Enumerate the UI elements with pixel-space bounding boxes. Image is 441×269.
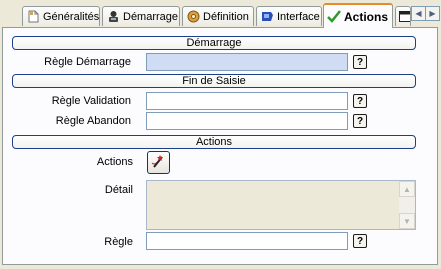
regle-abandon-help-button[interactable]: ? xyxy=(353,114,367,128)
tab-demarrage[interactable]: Démarrage xyxy=(102,6,180,26)
section-header-actions: Actions xyxy=(12,135,416,149)
regle-demarrage-label: Règle Démarrage xyxy=(44,56,131,68)
arrow-left-icon: ◀ xyxy=(415,9,422,18)
scroll-up-button[interactable]: ▲ xyxy=(399,181,415,197)
checkmark-icon xyxy=(327,10,341,24)
tab-label: Démarrage xyxy=(123,10,179,23)
detail-label: Détail xyxy=(104,184,133,196)
tab-label: Définition xyxy=(203,10,249,23)
window-icon xyxy=(398,10,410,24)
tab-actions[interactable]: Actions xyxy=(323,3,393,28)
arrow-up-icon: ▲ xyxy=(403,184,411,194)
arrow-right-icon: ▶ xyxy=(429,9,436,18)
regle-validation-label: Règle Validation xyxy=(51,95,131,107)
arrow-down-icon: ▼ xyxy=(403,216,411,226)
regle-validation-input[interactable] xyxy=(146,92,348,110)
gear-icon xyxy=(186,10,200,24)
regle-abandon-input[interactable] xyxy=(146,112,348,130)
robot-icon xyxy=(106,10,120,24)
regle-demarrage-input[interactable] xyxy=(146,53,348,71)
tab-definition[interactable]: Définition xyxy=(182,6,254,26)
detail-scrollbar[interactable]: ▲ ▼ xyxy=(399,181,415,229)
section-header-fin-saisie: Fin de Saisie xyxy=(12,74,416,88)
monitor-icon xyxy=(260,10,274,24)
tab-generalites[interactable]: Généralités xyxy=(22,6,100,26)
question-icon: ? xyxy=(356,235,364,247)
section-header-demarrage: Démarrage xyxy=(12,36,416,50)
actions-label: Actions xyxy=(96,156,133,168)
regle-abandon-label: Règle Abandon xyxy=(55,115,131,127)
actions-panel: Démarrage Règle Démarrage ? Fin de Saisi… xyxy=(2,27,438,265)
tab-bar: Généralités Démarrage Définition Interfa… xyxy=(0,0,441,28)
tab-scroll-right-button[interactable]: ▶ xyxy=(425,6,440,21)
detail-textarea[interactable]: ▲ ▼ xyxy=(146,180,416,230)
question-icon: ? xyxy=(356,56,364,68)
tab-interface[interactable]: Interface xyxy=(256,6,322,26)
tab-label: Interface xyxy=(277,10,320,23)
regle-label: Règle xyxy=(104,236,133,248)
tab-label: Actions xyxy=(344,9,389,24)
question-icon: ? xyxy=(356,115,364,127)
magic-wand-icon xyxy=(151,154,166,172)
regle-demarrage-help-button[interactable]: ? xyxy=(353,55,367,69)
regle-help-button[interactable]: ? xyxy=(353,234,367,248)
regle-input[interactable] xyxy=(146,232,348,250)
actions-edit-button[interactable] xyxy=(147,151,170,174)
tab-window[interactable] xyxy=(395,6,411,26)
regle-validation-help-button[interactable]: ? xyxy=(353,94,367,108)
tab-label: Généralités xyxy=(43,10,100,23)
page-icon xyxy=(26,10,40,24)
tab-scroll-left-button[interactable]: ◀ xyxy=(411,6,426,21)
question-icon: ? xyxy=(356,95,364,107)
scroll-down-button[interactable]: ▼ xyxy=(399,213,415,229)
